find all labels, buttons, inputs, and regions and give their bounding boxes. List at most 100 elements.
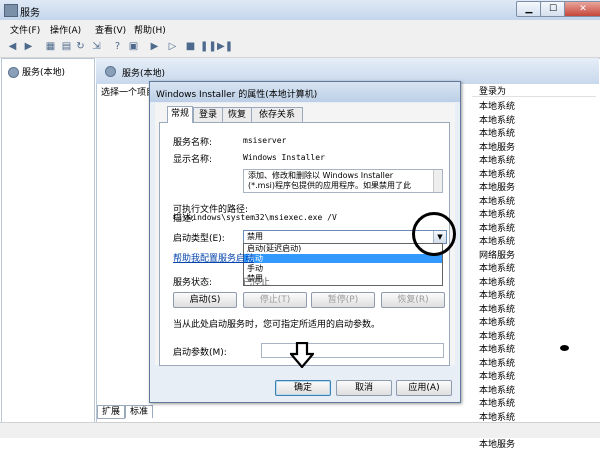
logon-cell: 网络服务: [479, 250, 516, 261]
dialog-title: Windows Installer 的属性(本地计算机): [156, 90, 318, 100]
logon-cell: 本地系统: [479, 399, 516, 409]
display-name-value: Windows Installer: [243, 153, 325, 162]
logon-cell: 本地系统: [479, 345, 516, 355]
logon-cell: 本地系统: [479, 115, 516, 126]
back-icon[interactable]: ◀: [6, 41, 19, 53]
select-item-hint: 选择一个项目: [101, 88, 156, 98]
menu-view[interactable]: 查看(V): [95, 23, 126, 36]
logon-cell: 本地系统: [479, 196, 516, 207]
option-auto-delayed[interactable]: 启动(延迟启动): [244, 244, 442, 253]
logon-cell: 本地系统: [479, 129, 516, 139]
service-name-value: msiserver: [243, 136, 287, 145]
display-name-label: 显示名称:: [173, 155, 213, 165]
exec-path-value: C:\windows\system32\msiexec.exe /V: [173, 213, 337, 222]
tree-node-label: 服务(本地): [22, 68, 66, 78]
logon-cell: 本地系统: [479, 304, 516, 315]
properties-icon[interactable]: ▣: [127, 41, 140, 53]
logon-cell: 本地系统: [479, 385, 516, 396]
tab-standard[interactable]: 标准: [125, 405, 154, 418]
stop-service-icon[interactable]: ■: [184, 41, 197, 53]
refresh-icon[interactable]: ↻: [74, 41, 87, 53]
pause-service-icon[interactable]: ❚❚: [200, 41, 217, 53]
logon-cell: 本地系统: [479, 291, 516, 301]
logon-cell: 本地系统: [479, 331, 516, 342]
logon-cell: 本地系统: [479, 156, 516, 166]
start-params-input[interactable]: [261, 343, 444, 358]
start-button[interactable]: 启动(S): [173, 292, 237, 308]
window-titlebar: 服务 ▁ ☐ ✕: [0, 0, 600, 21]
option-disabled[interactable]: 禁用: [244, 274, 442, 283]
services-app-icon: [4, 4, 18, 17]
option-manual[interactable]: 手动: [244, 264, 442, 273]
toolbar: ◀ ▶ ▦ ▤ ↻ ⇲ ? ▣ ▶ ▷ ■ ❚❚ ▶❚: [0, 37, 600, 58]
help-configure-link[interactable]: 帮助我配置服务启动: [173, 251, 254, 264]
ink-blot-mark: [560, 345, 569, 351]
help-icon[interactable]: ?: [111, 41, 124, 53]
startup-type-label: 启动类型(E):: [173, 234, 225, 244]
description-box[interactable]: 添加、修改和删除以 Windows Installer (*.msi)程序包提供…: [243, 169, 443, 193]
tab-logon[interactable]: 登录: [193, 107, 223, 122]
console-tree: 服务(本地): [1, 58, 95, 424]
menu-action[interactable]: 操作(A): [50, 23, 81, 36]
forward-icon[interactable]: ▶: [22, 41, 35, 53]
logon-cell: 本地系统: [479, 318, 516, 328]
start-params-hint: 当从此处启动服务时，您可指定所适用的启动参数。: [173, 320, 381, 330]
maximize-button[interactable]: ☐: [540, 1, 566, 17]
show-tree-icon[interactable]: ▦: [44, 41, 57, 53]
close-button[interactable]: ✕: [564, 1, 600, 17]
start-params-label: 启动参数(M):: [173, 348, 227, 358]
menu-file[interactable]: 文件(F): [10, 23, 40, 36]
dialog-titlebar: Windows Installer 的属性(本地计算机): [150, 82, 460, 102]
list-icon[interactable]: ▤: [60, 41, 73, 53]
logon-cell: 本地系统: [479, 210, 516, 220]
tab-dependencies[interactable]: 依存关系: [251, 107, 303, 122]
tab-recovery[interactable]: 恢复: [222, 107, 252, 122]
down-arrow-annotation-icon: [290, 342, 314, 368]
cancel-button[interactable]: 取消: [336, 380, 392, 396]
logon-cell: 本地系统: [479, 277, 516, 288]
logon-cell: 本地服务: [479, 183, 516, 193]
ok-button[interactable]: 确定: [275, 380, 331, 396]
logon-cell: 本地系统: [479, 169, 516, 180]
logon-cell: 本地系统: [479, 264, 516, 274]
export-icon[interactable]: ⇲: [90, 41, 103, 53]
logon-cell: 本地服务: [479, 439, 516, 450]
option-auto[interactable]: 自动: [244, 254, 442, 263]
restart-service-icon[interactable]: ▶❚: [217, 41, 233, 53]
menu-help[interactable]: 帮助(H): [134, 23, 166, 36]
logon-cell: 本地系统: [479, 372, 516, 382]
menu-bar: 文件(F) 操作(A) 查看(V) 帮助(H): [0, 20, 600, 37]
service-status-value: 已停止: [243, 278, 271, 288]
tab-general[interactable]: 常规: [167, 106, 193, 123]
pause-button[interactable]: 暂停(P): [311, 292, 375, 308]
resume-button[interactable]: 恢复(R): [381, 292, 445, 308]
apply-button[interactable]: 应用(A): [396, 380, 452, 396]
service-name-label: 服务名称:: [173, 138, 213, 148]
logon-cell: 本地系统: [479, 237, 516, 247]
view-tabs: 扩展 标准: [97, 405, 257, 419]
highlight-circle-annotation: [412, 212, 456, 256]
description-line-1: 添加、修改和删除以 Windows Installer: [248, 171, 394, 180]
startup-type-value: 禁用: [247, 232, 263, 241]
tree-node-services-local[interactable]: 服务(本地): [8, 65, 65, 78]
description-text: 添加、修改和删除以 Windows Installer (*.msi)程序包提供…: [248, 171, 424, 191]
logon-cell: 本地系统: [479, 358, 516, 369]
startup-type-dropdown: 启动(延迟启动) 自动 手动 禁用: [243, 243, 443, 286]
minimize-button[interactable]: ▁: [516, 1, 542, 17]
description-scrollbar[interactable]: [433, 170, 442, 192]
description-line-2: (*.msi)程序包提供的应用程序。如果禁用了此: [248, 181, 411, 190]
services-gear-icon: [8, 67, 19, 78]
main-pane-title: 服务(本地): [122, 69, 166, 79]
start-service-icon[interactable]: ▶: [148, 41, 161, 53]
column-header-logon[interactable]: 登录为: [472, 84, 596, 97]
logon-cell: 本地服务: [479, 142, 516, 153]
logon-cell: 本地系统: [479, 102, 516, 112]
start-service-alt-icon[interactable]: ▷: [166, 41, 179, 53]
column-header-logon-label: 登录为: [479, 87, 507, 97]
service-status-label: 服务状态:: [173, 278, 213, 288]
stop-button[interactable]: 停止(T): [243, 292, 307, 308]
status-bar: [0, 422, 600, 438]
services-header-icon: [105, 66, 116, 77]
general-tab-panel: 服务名称: msiserver 显示名称: Windows Installer …: [159, 122, 450, 366]
tab-extended[interactable]: 扩展: [97, 405, 126, 419]
